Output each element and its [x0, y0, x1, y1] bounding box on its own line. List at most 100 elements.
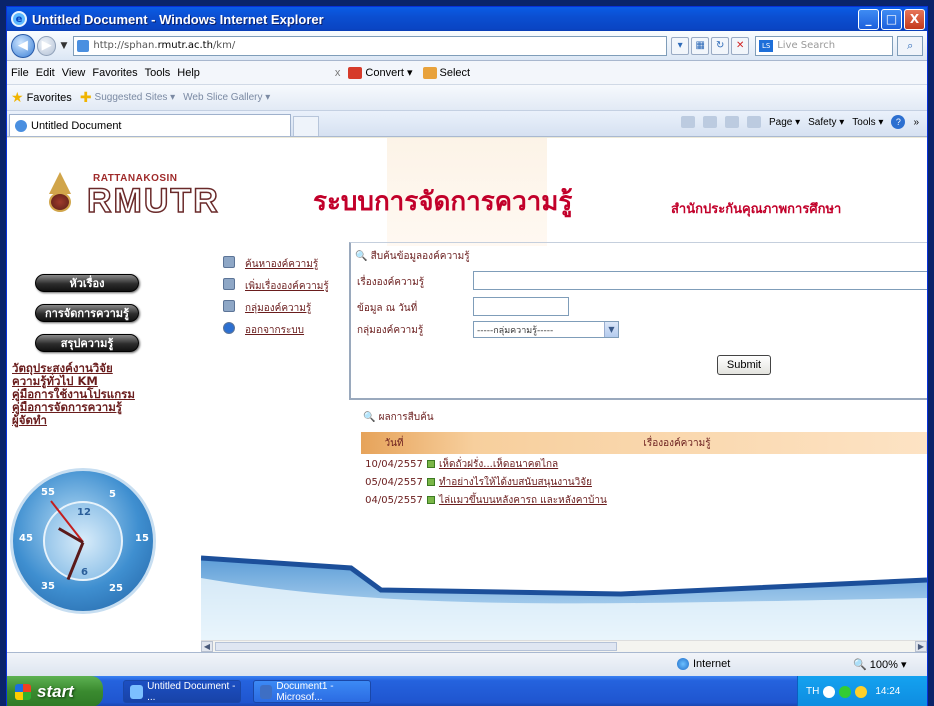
menu-help[interactable]: Help [177, 67, 200, 79]
scroll-right-icon[interactable]: ▶ [915, 641, 927, 652]
browser-window: e Untitled Document - Windows Internet E… [6, 6, 928, 706]
url-input[interactable]: http://sphan. rmutr.ac.th/km/ [73, 35, 668, 56]
compatibility-icon[interactable]: ▦ [691, 36, 710, 55]
horizontal-scrollbar[interactable]: ◀ ▶ [201, 640, 927, 652]
home-icon[interactable] [680, 116, 695, 128]
globe-icon [677, 658, 689, 670]
table-row: 04/05/2557 ไล่แมวขึ้นบนหลังคารถ และหลังค… [361, 492, 927, 508]
clock-num-45: 45 [19, 533, 33, 544]
pill-topic[interactable]: หัวเรื่อง [35, 274, 139, 292]
live-search-placeholder: Live Search [777, 40, 836, 51]
scroll-thumb[interactable] [215, 642, 617, 651]
toolbar-close-icon[interactable]: x [335, 67, 341, 79]
function-menu: ค้นหาองค์ความรู้ เพิ่มเรื่ององค์ความรู้ … [201, 246, 347, 386]
suggested-sites-link[interactable]: Suggested Sites ▾ [95, 92, 176, 103]
volume-icon[interactable] [855, 685, 868, 698]
print-icon[interactable] [746, 116, 761, 128]
menu-favorites[interactable]: Favorites [92, 67, 137, 79]
link-authors[interactable]: ผู้จัดทำ [12, 414, 47, 427]
web-slice-gallery-link[interactable]: Web Slice Gallery ▾ [183, 92, 270, 103]
taskbar: start Untitled Document - ... Document1 … [7, 676, 927, 706]
menu-file[interactable]: File [11, 67, 29, 79]
bullet-icon [427, 496, 435, 504]
tools-menu[interactable]: Tools ▾ [852, 117, 883, 128]
add-favorite-icon[interactable]: ✚ [80, 89, 92, 106]
clock-time: 14:24 [875, 686, 901, 697]
row-date: 10/04/2557 [365, 458, 423, 470]
page-title: ระบบการจัดการความรู้ [313, 187, 573, 217]
page-menu[interactable]: Page ▾ [769, 117, 800, 128]
status-bar: Internet 🔍 100% ▾ [7, 652, 927, 676]
monitor-icon [223, 300, 235, 312]
new-tab-button[interactable] [293, 116, 319, 136]
convert-button[interactable]: Convert ▾ [348, 66, 413, 79]
start-button[interactable]: start [7, 676, 103, 706]
link-search-knowledge[interactable]: ค้นหาองค์ความรู้ [245, 257, 318, 272]
title-bar[interactable]: e Untitled Document - Windows Internet E… [7, 7, 927, 31]
tab-label: Untitled Document [31, 119, 122, 132]
link-add-knowledge[interactable]: เพิ่มเรื่ององค์ความรู้ [245, 279, 329, 294]
menu-edit[interactable]: Edit [36, 67, 55, 79]
refresh-icon[interactable]: ↻ [711, 36, 730, 55]
history-dropdown-icon[interactable]: ▼ [60, 41, 67, 51]
start-label: start [37, 681, 74, 701]
system-tray: TH 14:24 [797, 676, 927, 706]
address-dropdown-icon[interactable]: ▾ [671, 36, 690, 55]
close-button[interactable]: X [904, 8, 925, 30]
group-select[interactable]: -----กลุ่มความรู้----- ▼ [473, 321, 619, 338]
page-icon [77, 39, 90, 52]
scroll-left-icon[interactable]: ◀ [201, 641, 213, 652]
clock-num-15: 15 [135, 533, 149, 544]
date-input[interactable] [473, 297, 569, 316]
pill-summary[interactable]: สรุปความรู้ [35, 334, 139, 352]
menu-view[interactable]: View [62, 67, 86, 79]
ie-task-icon [130, 684, 144, 699]
results-header-row: วันที่ เรื่ององค์ความรู้ [361, 432, 927, 454]
back-button[interactable]: ◀ [11, 33, 35, 58]
row-title-link[interactable]: ไล่แมวขึ้นบนหลังคารถ และหลังคาบ้าน [439, 493, 607, 508]
logout-help-icon [223, 322, 235, 334]
bullet-icon [427, 478, 435, 486]
stop-icon[interactable]: ✕ [731, 36, 750, 55]
favorites-button[interactable]: Favorites [27, 92, 72, 104]
search-heading-label: สืบค้นข้อมูลองค์ความรู้ [370, 251, 470, 262]
minimize-button[interactable]: _ [858, 8, 879, 30]
more-chevron-icon[interactable]: » [913, 117, 919, 128]
mail-icon[interactable] [724, 116, 739, 128]
ie-logo-icon: e [11, 11, 27, 27]
university-emblem-icon [49, 172, 71, 216]
help-icon[interactable]: ? [891, 115, 906, 129]
word-task-icon [260, 684, 273, 699]
row-title-link[interactable]: ทำอย่างไรให้ได้งบสนับสนุนงานวิจัย [439, 475, 592, 490]
address-bar: ◀ ▶ ▼ http://sphan. rmutr.ac.th/km/ ▾ ▦ ↻… [7, 31, 927, 61]
submit-button[interactable]: Submit [717, 355, 771, 375]
zoom-control[interactable]: 🔍 100% ▾ [853, 658, 906, 671]
task2-label: Document1 - Microsof... [276, 680, 334, 703]
link-knowledge-group[interactable]: กลุ่มองค์ความรู้ [245, 301, 311, 316]
live-search-input[interactable]: LS Live Search [755, 35, 894, 56]
input-language[interactable]: TH [806, 686, 819, 697]
windows-flag-icon [15, 683, 31, 700]
feeds-icon[interactable] [702, 116, 717, 128]
url-host: rmutr.ac.th [157, 40, 213, 51]
maximize-button[interactable]: □ [881, 8, 902, 30]
tab-untitled-document[interactable]: Untitled Document [9, 114, 291, 136]
safety-menu[interactable]: Safety ▾ [808, 117, 844, 128]
link-logout[interactable]: ออกจากระบบ [245, 323, 304, 338]
logo-rmutr: RMUTR [86, 181, 220, 221]
select-button[interactable]: Select [422, 66, 470, 79]
row-title-link[interactable]: เห็ดถั่วฝรั่ง...เห็ดอนาคตไกล [439, 457, 558, 472]
taskbar-item-ie[interactable]: Untitled Document - ... [123, 680, 241, 703]
menu-tools[interactable]: Tools [145, 67, 171, 79]
forward-button[interactable]: ▶ [36, 35, 57, 56]
taskbar-item-word[interactable]: Document1 - Microsof... [253, 680, 371, 703]
security-zone[interactable]: Internet [677, 658, 730, 670]
table-row: 05/04/2557 ทำอย่างไรให้ได้งบสนับสนุนงานว… [361, 474, 927, 490]
search-button[interactable]: ⌕ [897, 35, 923, 56]
network-icon[interactable] [823, 685, 836, 698]
pill-km[interactable]: การจัดการความรู้ [35, 304, 139, 322]
tab-bar: Untitled Document Page ▾ Safety ▾ Tools … [7, 111, 927, 137]
analog-clock: 55 5 15 45 35 25 12 6 [10, 468, 156, 614]
topic-input[interactable] [473, 271, 927, 290]
security-icon[interactable] [839, 685, 852, 698]
